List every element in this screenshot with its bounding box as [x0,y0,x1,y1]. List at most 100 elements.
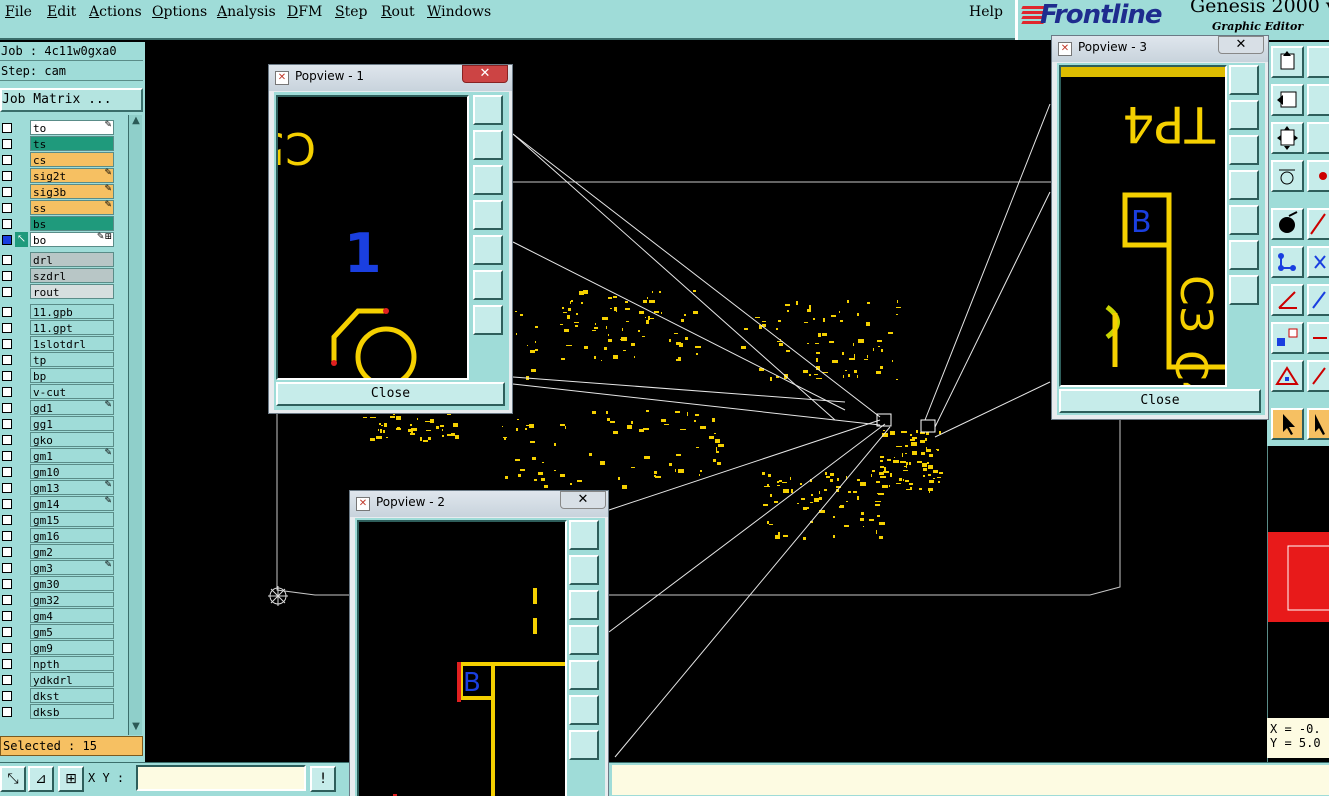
layer-name[interactable]: gm2 [30,544,114,559]
menu-dfm[interactable]: DFM [287,4,322,20]
popview-2-titlebar[interactable]: ✕ Popview - 2 ✕ [350,491,608,517]
menu-options[interactable]: Options [152,4,207,20]
layer-row[interactable]: bp [0,368,116,383]
layer-checkbox[interactable] [2,139,12,149]
pv1-pan-down-icon[interactable] [473,165,503,195]
layer-row[interactable]: sig2t ✎ [0,168,116,183]
tool-box-connect-icon[interactable] [1271,322,1304,354]
zoom-in-icon[interactable]: ⤡ [0,766,26,792]
popview-1-close-icon[interactable]: ✕ [462,65,508,83]
layer-row[interactable]: gm1 ✎ [0,448,116,463]
layer-checkbox[interactable] [2,499,12,509]
layer-name[interactable]: dkst [30,688,114,703]
layer-checkbox[interactable] [2,675,12,685]
layer-row[interactable]: gm10 [0,464,116,479]
layer-name[interactable]: 11.gpt [30,320,114,335]
info-icon[interactable]: ! [310,766,336,792]
pv3-pan-up-icon[interactable] [1229,100,1259,130]
popview-3-titlebar[interactable]: ✕ Popview - 3 ✕ [1052,36,1268,62]
layer-name[interactable]: gm15 [30,512,114,527]
popview-1-titlebar[interactable]: ✕ Popview - 1 ✕ [269,65,512,91]
menu-step[interactable]: Step [335,4,367,20]
layer-row[interactable]: gm16 [0,528,116,543]
pv2-zoom-icon[interactable] [569,520,599,550]
layer-checkbox[interactable] [2,659,12,669]
layer-name[interactable]: gm13 [30,480,114,495]
layer-name[interactable]: gm30 [30,576,114,591]
layer-row[interactable]: npth [0,656,116,671]
menu-analysis[interactable]: Analysis [217,4,276,20]
layer-row[interactable]: gm2 [0,544,116,559]
popview-3-view[interactable]: TP4 B C3 C4 [1059,65,1227,409]
popview-2-view[interactable]: B [357,520,567,796]
layer-name[interactable]: gm9 [30,640,114,655]
pv3-zoom-icon[interactable] [1229,65,1259,95]
layer-name[interactable]: gg1 [30,416,114,431]
pv3-pan-right-icon[interactable] [1229,205,1259,235]
layer-name[interactable]: to [30,120,114,135]
layer-row[interactable]: gm5 [0,624,116,639]
layer-checkbox[interactable] [2,611,12,621]
scroll-down-icon[interactable]: ▼ [129,721,143,735]
menu-file[interactable]: File [5,4,32,20]
layer-name[interactable]: ts [30,136,114,151]
layer-row[interactable]: gg1 [0,416,116,431]
tool-dot-icon[interactable] [1307,160,1329,192]
layer-checkbox[interactable] [2,255,12,265]
layer-row[interactable]: dkst [0,688,116,703]
layer-checkbox[interactable] [2,579,12,589]
layer-checkbox[interactable] [2,387,12,397]
layer-row[interactable]: gm15 [0,512,116,527]
layer-name[interactable]: bs [30,216,114,231]
layer-row[interactable]: gko [0,432,116,447]
layer-checkbox[interactable] [2,563,12,573]
layer-checkbox[interactable] [2,691,12,701]
scroll-up-icon[interactable]: ▲ [129,115,143,129]
menu-rout[interactable]: Rout [381,4,415,20]
layer-checkbox[interactable] [2,547,12,557]
layer-name[interactable]: tp [30,352,114,367]
layer-row[interactable]: gm13 ✎ [0,480,116,495]
pv1-zoom-out-icon[interactable] [473,305,503,335]
tool-extra-2-icon[interactable] [1307,84,1329,116]
popview-3-close-button[interactable]: Close [1059,389,1261,413]
layer-checkbox[interactable] [2,155,12,165]
layer-checkbox[interactable] [2,371,12,381]
layer-name[interactable]: gd1 [30,400,114,415]
pv1-pan-right-icon[interactable] [473,235,503,265]
layer-checkbox[interactable] [2,451,12,461]
tool-pan-left-icon[interactable] [1271,84,1304,116]
xy-input[interactable] [136,765,306,791]
layer-row[interactable]: 11.gpt [0,320,116,335]
layer-checkbox[interactable] [2,419,12,429]
layer-name[interactable]: gm1 [30,448,114,463]
layer-name[interactable]: rout [30,284,114,299]
tool-minus-icon[interactable] [1307,322,1329,354]
layer-name[interactable]: gm14 [30,496,114,511]
tool-pointer-icon[interactable] [1271,408,1304,440]
layer-name[interactable]: npth [30,656,114,671]
layer-row[interactable]: 1slotdrl [0,336,116,351]
layer-checkbox[interactable] [2,219,12,229]
layer-checkbox[interactable] [2,643,12,653]
tool-slant-icon[interactable] [1307,360,1329,392]
pv2-pan-left-icon[interactable] [569,625,599,655]
layer-row[interactable]: cs [0,152,116,167]
pv2-pan-right-icon[interactable] [569,660,599,690]
layer-row[interactable]: drl [0,252,116,267]
layer-name[interactable]: gm16 [30,528,114,543]
layer-checkbox[interactable] [2,287,12,297]
pv1-fit-icon[interactable] [473,270,503,300]
menu-actions[interactable]: Actions [89,4,142,20]
tool-zoom-top-icon[interactable] [1271,46,1304,78]
layer-row[interactable]: gm14 ✎ [0,496,116,511]
layer-name[interactable]: v-cut [30,384,114,399]
layer-row[interactable]: 11.gpb [0,304,116,319]
layer-name[interactable]: 1slotdrl [30,336,114,351]
layer-checkbox[interactable] [2,323,12,333]
layer-checkbox[interactable] [2,435,12,445]
pv3-pan-left-icon[interactable] [1229,170,1259,200]
measure-icon[interactable]: ⊿ [28,766,54,792]
popview-1-view[interactable]: C5 1 [257,95,469,388]
mini-map[interactable] [1267,446,1329,762]
